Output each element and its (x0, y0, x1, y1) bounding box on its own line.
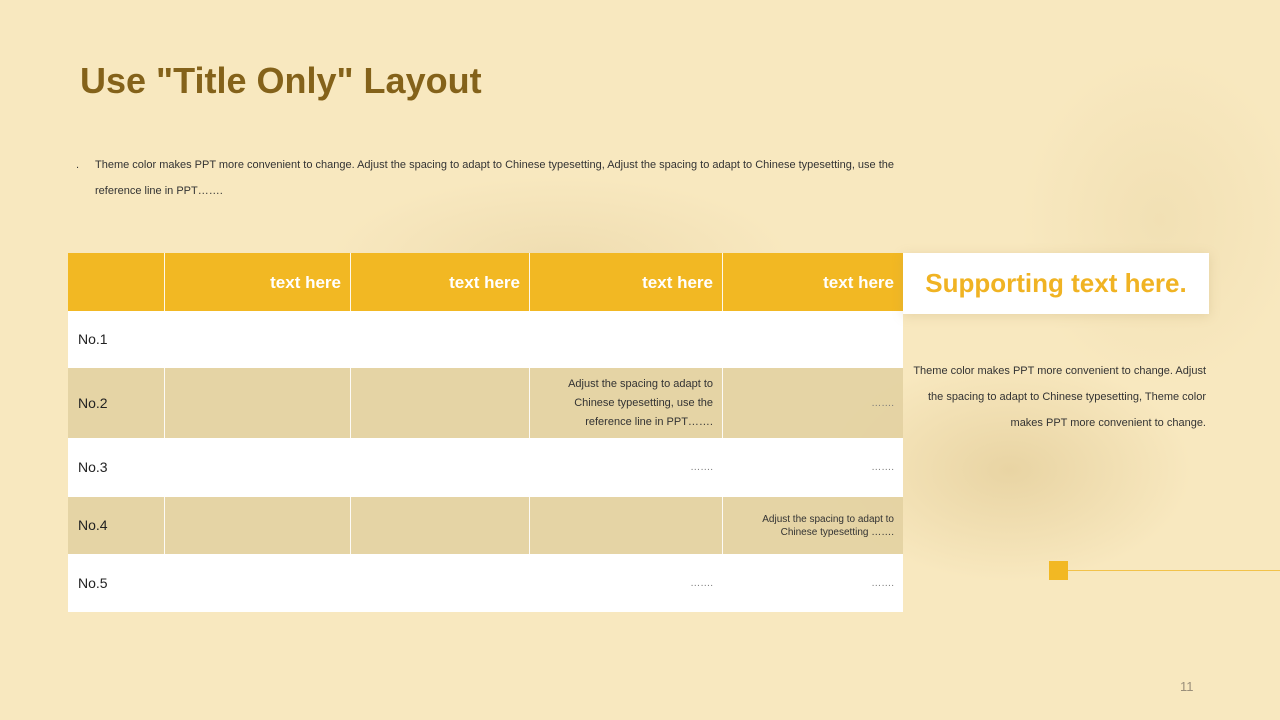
table-cell (723, 311, 903, 368)
table-cell: ……. (871, 462, 894, 473)
table-cell (351, 554, 530, 612)
table-cell: ……. (871, 577, 894, 589)
table-cell: ……. (530, 554, 723, 612)
table-cell (351, 497, 530, 554)
bullet-marker: . (76, 159, 80, 171)
table-cell: ……. (871, 397, 894, 409)
table-cell (165, 311, 351, 368)
supporting-text: Theme color makes PPT more convenient to… (913, 365, 1206, 429)
table-cell (165, 497, 351, 554)
accent-line (1068, 570, 1280, 571)
table-row: No.4 Adjust the spacing to adapt to Chin… (68, 497, 903, 554)
table-cell (165, 368, 351, 438)
intro-text: Theme color makes PPT more convenient to… (95, 159, 895, 197)
table-cell: Adjust the spacing to adapt to Chinese t… (762, 513, 894, 538)
header-cell-1: text here (165, 253, 351, 311)
table-cell (351, 368, 530, 438)
row-label: No.5 (68, 554, 165, 612)
data-table: text here text here text here text here … (68, 253, 903, 612)
header-cell-3: text here (530, 253, 723, 311)
table-cell: Adjust the spacing to adapt to Chinese t… (530, 368, 723, 438)
table-cell (530, 311, 723, 368)
table-cell (351, 311, 530, 368)
row-label: No.2 (68, 368, 165, 438)
table-row: No.3 ……. ……. (68, 438, 903, 497)
supporting-heading: Supporting text here. (925, 268, 1187, 298)
header-cell-empty (68, 253, 165, 311)
table-row: No.1 (68, 311, 903, 368)
table-cell (165, 438, 351, 497)
header-cell-2: text here (351, 253, 530, 311)
table-cell (351, 438, 530, 497)
slide-title: Use "Title Only" Layout (80, 60, 482, 101)
accent-square (1049, 561, 1068, 580)
supporting-heading-box: Supporting text here. (903, 253, 1209, 314)
table-row: No.2 Adjust the spacing to adapt to Chin… (68, 368, 903, 438)
table-cell (530, 497, 723, 554)
header-cell-4: text here (823, 272, 894, 292)
row-label: No.1 (68, 311, 165, 368)
page-number: 11 (1180, 679, 1194, 694)
table-cell (165, 554, 351, 612)
table-cell: ……. (530, 438, 723, 497)
row-label: No.3 (68, 438, 165, 497)
row-label: No.4 (68, 497, 165, 554)
table-header-row: text here text here text here text here (68, 253, 903, 311)
intro-paragraph: . Theme color makes PPT more convenient … (76, 152, 896, 204)
table-row: No.5 ……. ……. (68, 554, 903, 612)
